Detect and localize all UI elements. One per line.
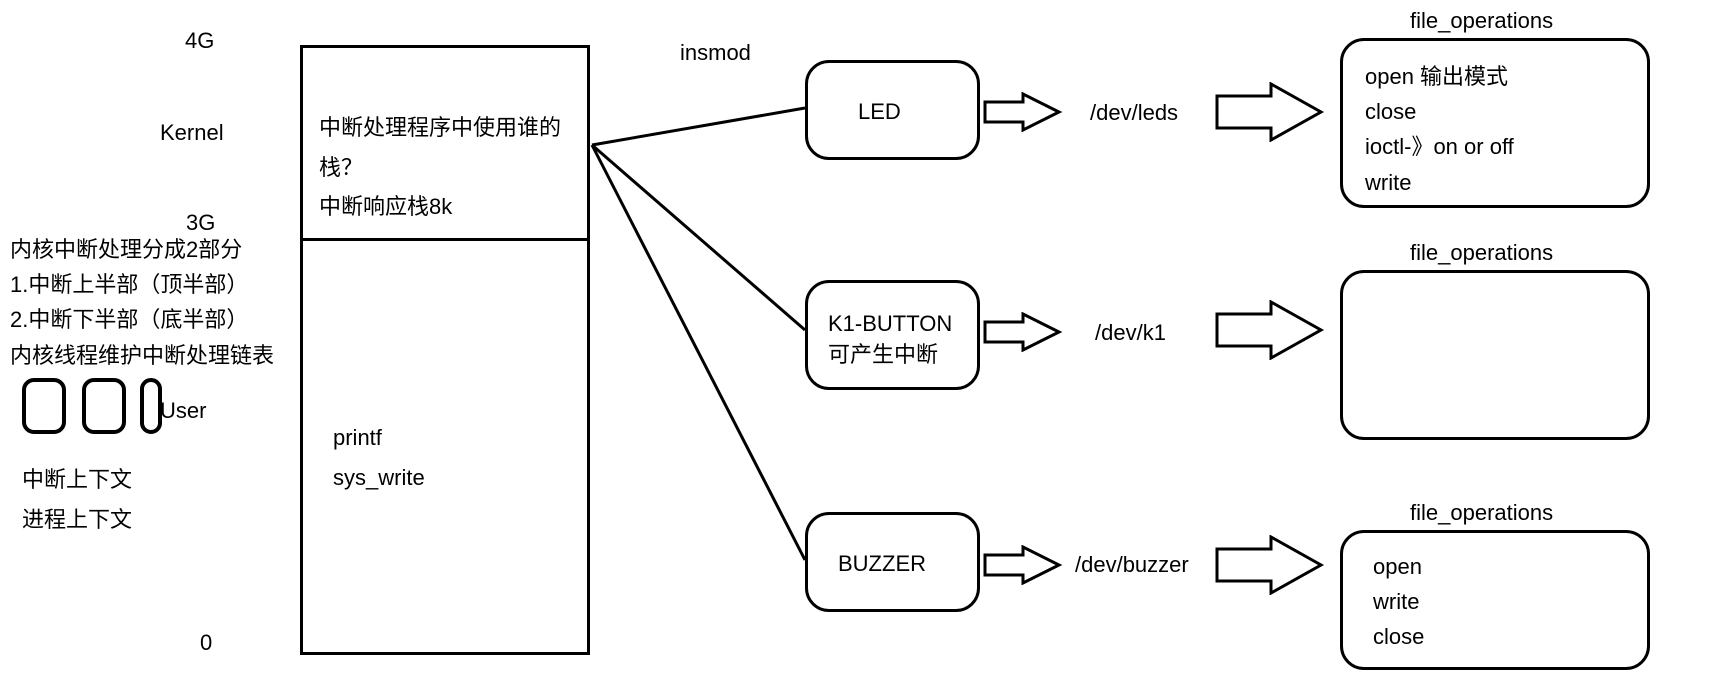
button-label2: 可产生中断	[828, 340, 952, 371]
fops-buzzer-text: open write close	[1373, 549, 1424, 655]
note-line5: 中断上下文	[22, 460, 132, 500]
fops-k1-title: file_operations	[1410, 240, 1553, 266]
kernel-text-2: 中断响应栈8k	[319, 187, 587, 227]
memory-divider	[303, 238, 587, 241]
kernel-stack-text: 中断处理程序中使用谁的栈？ 中断响应栈8k	[319, 108, 587, 227]
fops-buzzer-title: file_operations	[1410, 500, 1553, 526]
fops-buzzer-l1: open	[1373, 549, 1424, 584]
buzzer-box: BUZZER	[805, 512, 980, 612]
arrow-fops-buzzer	[1215, 535, 1325, 595]
buzzer-label: BUZZER	[838, 551, 926, 577]
arrow-k1	[983, 312, 1063, 352]
user-text: printf sys_write	[333, 418, 425, 497]
context-notes: 中断上下文 进程上下文	[22, 460, 132, 539]
interrupt-notes: 内核中断处理分成2部分 1.中断上半部（顶半部） 2.中断下半部（底半部） 内核…	[10, 232, 274, 373]
small-box-1	[22, 378, 66, 434]
arrow-fops-k1	[1215, 300, 1325, 360]
note-line2: 1.中断上半部（顶半部）	[10, 267, 274, 302]
fops-buzzer-l2: write	[1373, 584, 1424, 619]
label-user: User	[160, 398, 206, 424]
small-box-2	[82, 378, 126, 434]
led-box: LED	[805, 60, 980, 160]
dev-k1-path: /dev/k1	[1095, 320, 1166, 346]
small-box-3	[140, 378, 162, 434]
arrow-led	[983, 92, 1063, 132]
fops-buzzer-box: open write close	[1340, 530, 1650, 670]
fops-led-text: open 输出模式 close ioctl-》on or off write	[1365, 59, 1514, 200]
label-0: 0	[200, 630, 212, 656]
fops-buzzer-l3: close	[1373, 619, 1424, 654]
fops-led-l4: write	[1365, 165, 1514, 200]
button-label1: K1-BUTTON	[828, 309, 952, 340]
label-4g: 4G	[185, 28, 214, 54]
note-line3: 2.中断下半部（底半部）	[10, 302, 274, 337]
insmod-label: insmod	[680, 40, 751, 66]
led-label: LED	[858, 99, 901, 125]
fops-led-l1: open 输出模式	[1365, 59, 1514, 94]
note-line4: 内核线程维护中断处理链表	[10, 338, 274, 373]
kernel-text-1: 中断处理程序中使用谁的栈？	[319, 108, 587, 187]
note-line1: 内核中断处理分成2部分	[10, 232, 274, 267]
button-text: K1-BUTTON 可产生中断	[828, 309, 952, 371]
user-text-1: printf	[333, 418, 425, 458]
dev-leds-path: /dev/leds	[1090, 100, 1178, 126]
user-text-2: sys_write	[333, 458, 425, 498]
fops-k1-box	[1340, 270, 1650, 440]
fops-led-box: open 输出模式 close ioctl-》on or off write	[1340, 38, 1650, 208]
label-kernel: Kernel	[160, 120, 224, 146]
button-box: K1-BUTTON 可产生中断	[805, 280, 980, 390]
fops-led-l3: ioctl-》on or off	[1365, 129, 1514, 164]
fops-led-l2: close	[1365, 94, 1514, 129]
memory-rect: 中断处理程序中使用谁的栈？ 中断响应栈8k printf sys_write	[300, 45, 590, 655]
dev-buzzer-path: /dev/buzzer	[1075, 552, 1189, 578]
arrow-fops-led	[1215, 82, 1325, 142]
arrow-buzzer	[983, 545, 1063, 585]
note-line6: 进程上下文	[22, 500, 132, 540]
fops-led-title: file_operations	[1410, 8, 1553, 34]
